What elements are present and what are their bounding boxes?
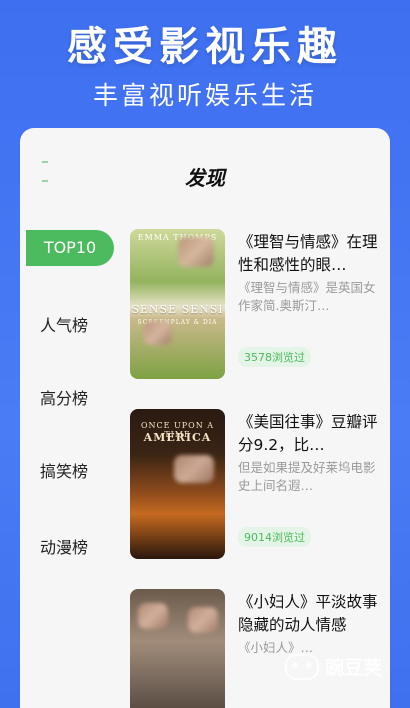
poster-title: SENSE SENSI [131,303,224,316]
promo-subline: 丰富视听娱乐生活 [92,81,317,110]
sidebar-item-comedy[interactable]: 搞笑榜 [20,454,108,490]
list-item[interactable]: 《小妇人》平淡故事隐藏的动人情感 《小妇人》… [130,589,380,708]
blurred-face [144,321,172,345]
app-screen: 发现 TOP10 人气榜 高分榜 搞笑榜 动漫榜 EMMA THOMPS SEN… [20,128,390,708]
blurred-face [188,607,218,633]
blurred-face [178,237,214,267]
watermark-text: 豌豆荚 [324,657,382,679]
sidebar-item-top10[interactable]: TOP10 [26,230,114,266]
movie-poster[interactable] [130,589,225,708]
card-title[interactable]: 《美国往事》豆瓣评分9.2，比… [238,411,378,457]
status-marks [42,148,82,182]
list-item[interactable]: EMMA THOMPS SENSE SENSI SCREENPLAY & DIA… [130,229,380,379]
wandoujia-watermark: 豌豆荚 [284,653,382,680]
promo-headline: 感受影视乐趣 [67,24,343,70]
view-count-badge: 3578浏览过 [238,347,311,367]
sidebar-item-popular[interactable]: 人气榜 [20,308,108,344]
wandoujia-logo-icon [284,653,319,680]
sidebar-item-anime[interactable]: 动漫榜 [20,530,108,566]
movie-poster[interactable]: ONCE UPON A TIME AMERICA [130,409,225,559]
sidebar-item-high-score[interactable]: 高分榜 [20,381,108,417]
view-count-badge: 9014浏览过 [238,527,311,547]
blurred-face [138,603,168,629]
movie-poster[interactable]: EMMA THOMPS SENSE SENSI SCREENPLAY & DIA [130,229,225,379]
card-title[interactable]: 《理智与情感》在理性和感性的眼… [238,231,378,277]
card-description: 《理智与情感》是英国女作家简.奥斯汀… [238,280,376,313]
page-title: 发现 [185,166,225,190]
list-item[interactable]: ONCE UPON A TIME AMERICA 《美国往事》豆瓣评分9.2，比… [130,409,380,559]
poster-title: AMERICA [143,431,212,444]
card-title[interactable]: 《小妇人》平淡故事隐藏的动人情感 [238,591,378,637]
card-description: 但是如果提及好莱坞电影史上间名遐… [238,460,376,493]
blurred-face [174,455,214,483]
